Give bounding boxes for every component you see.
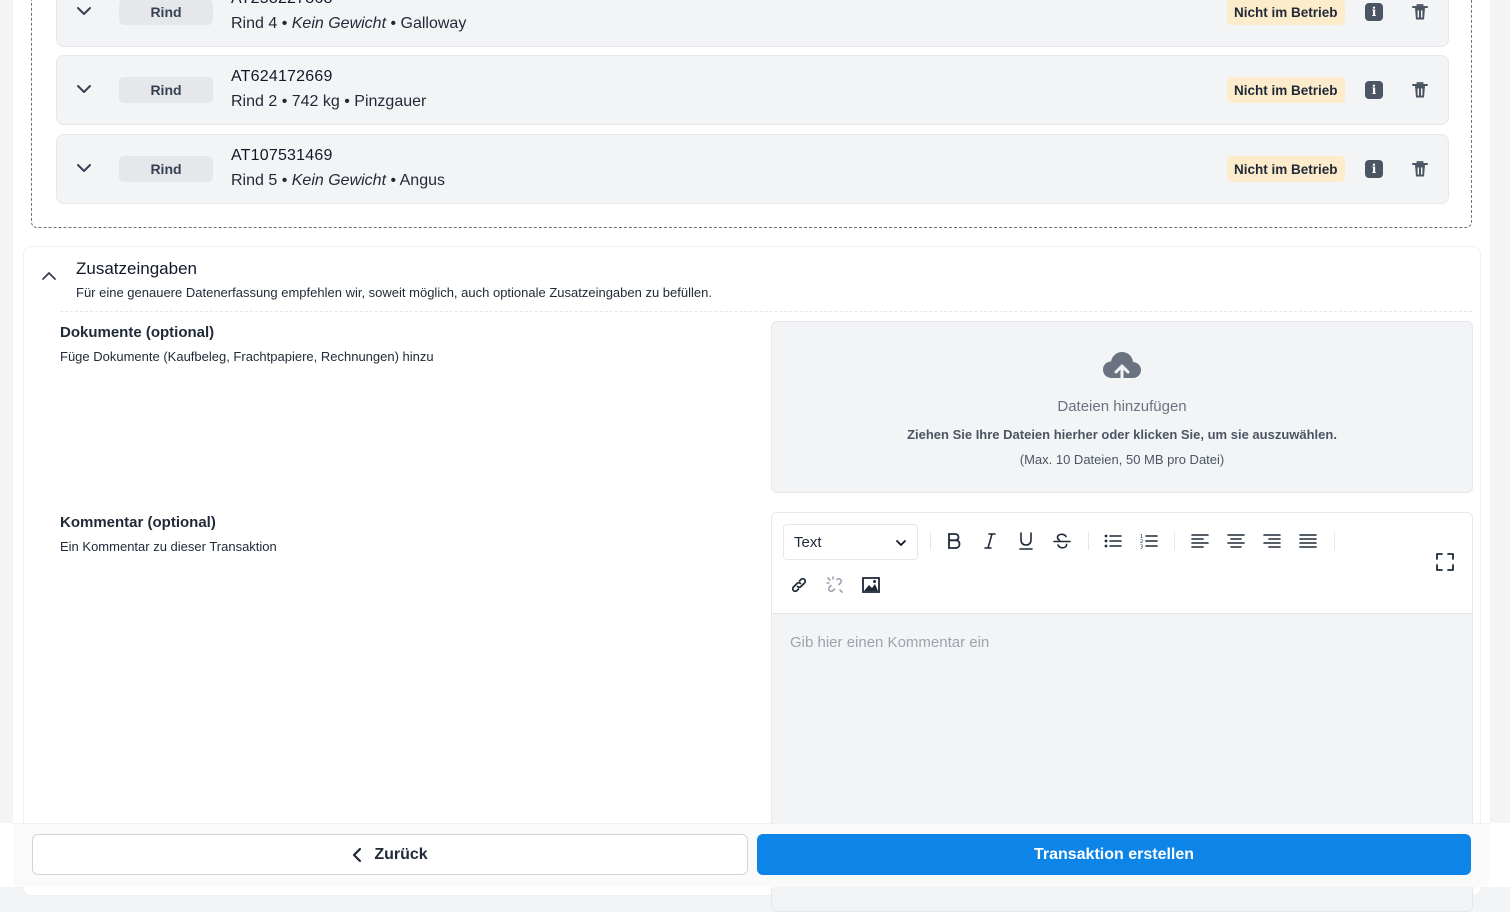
info-icon[interactable]: i — [1365, 3, 1383, 21]
animal-breed: Angus — [399, 172, 445, 189]
status-badge: Nicht im Betrieb — [1227, 0, 1345, 25]
trash-icon[interactable] — [1410, 80, 1430, 100]
footer-bar: Zurück Transaktion erstellen — [0, 823, 1510, 887]
ear-tag-number: AT258227868 — [231, 0, 333, 8]
animal-row[interactable]: Rind AT624172669 Rind 2 • 742 kg • Pinzg… — [56, 55, 1449, 125]
create-transaction-button[interactable]: Transaktion erstellen — [757, 834, 1471, 875]
fullscreen-icon[interactable] — [1433, 550, 1457, 574]
align-justify-icon[interactable] — [1296, 529, 1320, 553]
link-icon[interactable] — [787, 573, 811, 597]
documents-label: Dokumente (optional) — [60, 324, 215, 341]
create-button-label: Transaktion erstellen — [1033, 845, 1195, 863]
separator: • — [277, 93, 292, 110]
separator: • — [277, 15, 292, 32]
bold-icon[interactable] — [942, 529, 966, 553]
unlink-icon[interactable] — [823, 573, 847, 597]
page: Rind AT258227868 Rind 4 • Kein Gewicht •… — [13, 0, 1490, 912]
format-select-value: Text — [794, 533, 822, 551]
format-select[interactable]: Text — [783, 524, 918, 560]
dropzone-title: Dateien hinzufügen — [1057, 398, 1187, 415]
chevron-down-icon[interactable] — [75, 159, 93, 177]
separator: • — [386, 15, 401, 32]
separator: • — [339, 93, 355, 110]
comment-label: Kommentar (optional) — [60, 514, 216, 531]
align-right-icon[interactable] — [1260, 529, 1284, 553]
underline-icon[interactable] — [1014, 529, 1038, 553]
separator: • — [277, 172, 292, 189]
chevron-down-icon — [895, 537, 907, 549]
trash-icon[interactable] — [1410, 2, 1430, 22]
separator: • — [386, 172, 400, 189]
animal-details: Rind 2 • 742 kg • Pinzgauer — [231, 93, 426, 111]
animal-type-badge: Rind — [119, 156, 213, 182]
ear-tag-number: AT107531469 — [231, 147, 333, 164]
dropzone-limit: (Max. 10 Dateien, 50 MB pro Datei) — [1019, 452, 1225, 467]
chevron-up-icon[interactable] — [41, 271, 57, 287]
chevron-left-icon — [352, 847, 362, 863]
section-title: Zusatzeingaben — [76, 259, 197, 278]
divider — [60, 311, 1472, 312]
animal-type-badge: Rind — [119, 0, 213, 25]
align-left-icon[interactable] — [1188, 529, 1212, 553]
animal-weight: 742 kg — [291, 93, 340, 110]
info-icon[interactable]: i — [1365, 81, 1383, 99]
align-center-icon[interactable] — [1224, 529, 1248, 553]
comment-description: Ein Kommentar zu dieser Transaktion — [60, 539, 277, 554]
animal-row[interactable]: Rind AT258227868 Rind 4 • Kein Gewicht •… — [56, 0, 1449, 47]
image-icon[interactable] — [859, 573, 883, 597]
status-badge: Nicht im Betrieb — [1227, 77, 1345, 103]
trash-icon[interactable] — [1410, 159, 1430, 179]
editor-toolbar: Text 1 2 3 — [772, 513, 1472, 613]
status-badge: Nicht im Betrieb — [1227, 156, 1345, 182]
comment-placeholder: Gib hier einen Kommentar ein — [790, 634, 990, 651]
info-icon[interactable]: i — [1365, 160, 1383, 178]
bullet-list-icon[interactable] — [1101, 529, 1125, 553]
animal-type-badge: Rind — [119, 77, 213, 103]
chevron-down-icon[interactable] — [75, 80, 93, 98]
svg-text:3: 3 — [1140, 545, 1143, 550]
cloud-upload-icon — [1102, 350, 1142, 386]
chevron-down-icon[interactable] — [75, 2, 93, 20]
animal-row[interactable]: Rind AT107531469 Rind 5 • Kein Gewicht •… — [56, 134, 1449, 204]
section-subtitle: Für eine genauere Datenerfassung empfehl… — [76, 285, 712, 300]
numbered-list-icon[interactable]: 123 — [1137, 529, 1161, 553]
toolbar-separator — [1088, 532, 1089, 550]
animal-breed: Galloway — [400, 15, 467, 32]
animal-name: Rind 2 — [231, 93, 278, 110]
animal-name: Rind 5 — [231, 172, 278, 189]
file-dropzone[interactable]: Dateien hinzufügen Ziehen Sie Ihre Datei… — [771, 321, 1473, 493]
toolbar-separator — [1174, 532, 1175, 550]
animal-list: Rind AT258227868 Rind 4 • Kein Gewicht •… — [31, 0, 1472, 228]
additional-inputs-section: Zusatzeingaben Für eine genauere Datener… — [23, 246, 1481, 912]
footer-inner: Zurück Transaktion erstellen — [13, 823, 1490, 887]
animal-breed: Pinzgauer — [354, 93, 427, 110]
ear-tag-number: AT624172669 — [231, 68, 333, 85]
strikethrough-icon[interactable] — [1050, 529, 1074, 553]
back-button-label: Zurück — [374, 845, 428, 863]
animal-weight: Kein Gewicht — [291, 15, 387, 32]
animal-details: Rind 5 • Kein Gewicht • Angus — [231, 172, 445, 190]
animal-details: Rind 4 • Kein Gewicht • Galloway — [231, 15, 466, 33]
toolbar-separator — [930, 532, 931, 550]
dropzone-text: Ziehen Sie Ihre Dateien hierher oder kli… — [907, 427, 1337, 442]
documents-description: Füge Dokumente (Kaufbeleg, Frachtpapiere… — [60, 349, 434, 364]
toolbar-separator — [1334, 532, 1335, 550]
back-button[interactable]: Zurück — [32, 834, 748, 875]
italic-icon[interactable] — [978, 529, 1002, 553]
animal-name: Rind 4 — [231, 15, 278, 32]
animal-weight: Kein Gewicht — [291, 172, 387, 189]
